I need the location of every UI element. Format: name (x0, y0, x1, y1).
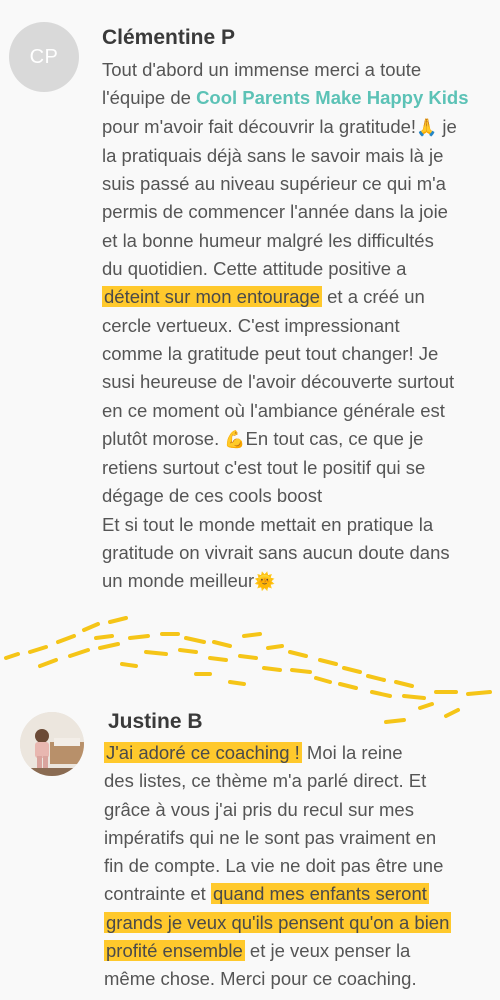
review-line: plutôt morose. 💪En tout cas, ce que je (102, 425, 492, 454)
review-line: un monde meilleur🌞 (102, 567, 492, 596)
review-line: J'ai adoré ce coaching ! Moi la reine (104, 739, 474, 767)
sun-with-face-icon: 🌞 (254, 572, 276, 592)
review-text-segment: l'équipe de (102, 87, 197, 109)
review-line: contrainte et quand mes enfants seront (104, 880, 474, 908)
profile-photo-icon (20, 712, 84, 776)
highlighted-text: grands je veux qu'ils pensent qu'on a bi… (104, 911, 452, 933)
review-line: Et si tout le monde mettait en pratique … (102, 513, 434, 535)
review-text-segment: et je veux penser la (244, 940, 411, 962)
review-line: suis passé au niveau supérieur ce qui m'… (102, 173, 446, 195)
review-text-segment: plutôt morose. (102, 427, 225, 449)
review-line: dégage de ces cools boost (102, 485, 323, 507)
review-line: pour m'avoir fait découvrir la gratitude… (102, 113, 492, 142)
review-author: Clémentine P (102, 26, 236, 49)
review-text-segment: et a créé un (321, 286, 425, 308)
review-text-segment: contrainte et (104, 883, 211, 905)
review-text-segment: pour m'avoir fait découvrir la gratitude… (102, 115, 417, 137)
review-line: et la bonne humeur malgré les difficulté… (102, 229, 434, 251)
decorative-dashes (4, 616, 492, 724)
review-line: susi heureuse de l'avoir découverte surt… (102, 371, 455, 393)
review-line: l'équipe de Cool Parents Make Happy Kids (102, 84, 492, 112)
review-line: même chose. Merci pour ce coaching. (104, 968, 417, 990)
review-line: Tout d'abord un immense merci a toute (102, 59, 422, 80)
review-line: cercle vertueux. C'est impressionant (102, 314, 400, 336)
brand-name: Cool Parents Make Happy Kids (196, 87, 469, 109)
review-line: en ce moment où l'ambiance générale est (102, 399, 445, 421)
review-text-segment: Moi la reine (301, 742, 403, 763)
review-text-segment: un monde meilleur (102, 570, 255, 592)
review-line: grands je veux qu'ils pensent qu'on a bi… (104, 909, 474, 937)
praying-hands-icon: 🙏 (416, 117, 438, 137)
review-text: Tout d'abord un immense merci a toute l'… (102, 56, 492, 597)
review-line: la pratiquais déjà sans le savoir mais l… (102, 144, 444, 166)
avatar: CP (9, 22, 79, 92)
review-line: grâce à vous j'ai pris du recul sur mes (104, 798, 414, 820)
review-line: du quotidien. Cette attitude positive a (102, 258, 407, 280)
review-author: Justine B (108, 710, 203, 733)
review-line: fin de compte. La vie ne doit pas être u… (104, 855, 444, 877)
highlighted-text: profité ensemble (104, 940, 245, 962)
review-line: des listes, ce thème m'a parlé direct. E… (104, 770, 427, 792)
review-line: impératifs qui ne le sont pas vraiment e… (104, 826, 437, 848)
review-line: comme la gratitude peut tout changer! Je (102, 342, 439, 364)
avatar (20, 712, 84, 776)
review-line: retiens surtout c'est tout le positif qu… (102, 457, 426, 479)
review-text: J'ai adoré ce coaching ! Moi la reine de… (104, 739, 474, 994)
review-text-segment: je (437, 115, 457, 137)
highlighted-text: J'ai adoré ce coaching ! (104, 742, 302, 763)
review-line: profité ensemble et je veux penser la (104, 937, 474, 965)
testimonials-page: CP Clémentine P Tout d'abord un immense … (0, 0, 500, 1000)
review-line: gratitude on vivrait sans aucun doute da… (102, 542, 450, 564)
review-text-segment: En tout cas, ce que je (245, 427, 424, 449)
flexed-biceps-icon: 💪 (224, 429, 246, 449)
highlighted-text: quand mes enfants seront (210, 883, 429, 905)
highlighted-text: déteint sur mon entourage (102, 286, 322, 308)
review-line: permis de commencer l'année dans la joie (102, 201, 448, 223)
review-line: déteint sur mon entourage et a créé un (102, 283, 492, 311)
